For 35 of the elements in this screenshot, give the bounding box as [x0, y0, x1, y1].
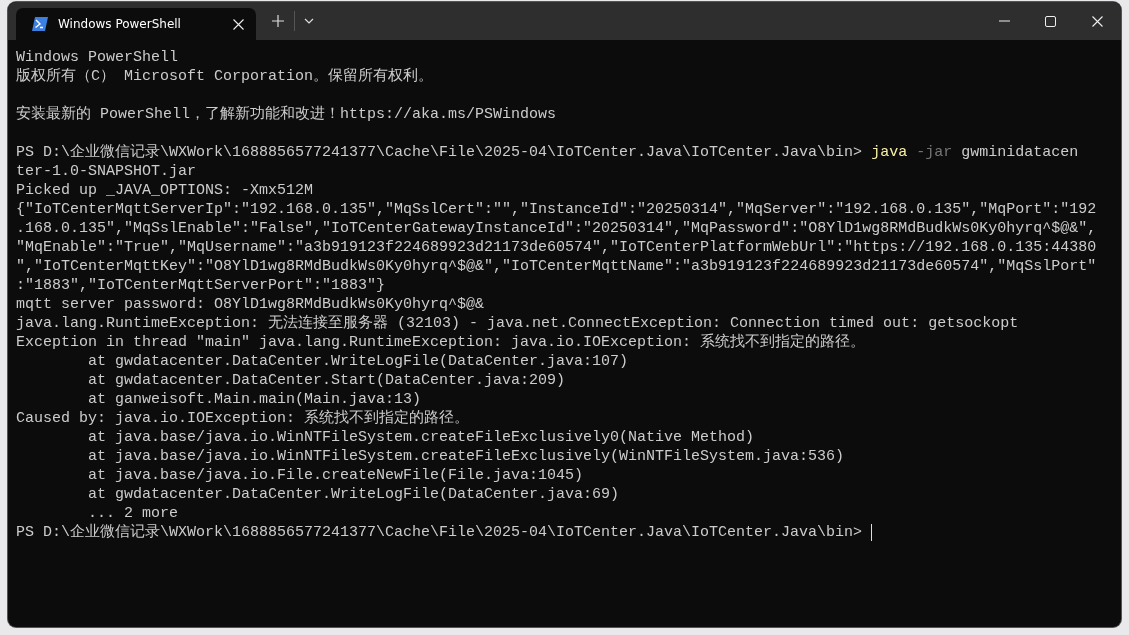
maximize-icon — [1044, 15, 1056, 27]
close-icon — [1091, 15, 1103, 27]
argument-text: gwminidatacen — [961, 144, 1079, 161]
output-line: ","IoTCenterMqttKey":"O8YlD1wg8RMdBudkWs0Ky0hyrq^$@&","IoTCenterMqttName":"a3b919123f224689923d21173de60574","MqSslPort" — [16, 258, 1097, 275]
stack-trace-line: at ganweisoft.Main.main(Main.java:13) — [87, 391, 422, 408]
plus-icon — [272, 15, 284, 27]
stack-trace-line: at java.base/java.io.WinNTFileSystem.createFileExclusively(WinNTFileSystem.java:536) — [87, 448, 845, 465]
flag-text: -jar — [916, 144, 953, 161]
output-line: 安装最新的 PowerShell，了解新功能和改进！https://aka.ms/PSWindows — [16, 106, 557, 123]
stack-trace-line: ... 2 more — [87, 505, 178, 522]
stack-trace-line: at gwdatacenter.DataCenter.WriteLogFile(DataCenter.java:69) — [87, 486, 620, 503]
output-line: java.lang.RuntimeException: 无法连接至服务器 (32103) - java.net.ConnectException: Connection timed out: getsockopt — [16, 315, 1019, 332]
stack-trace-line: at java.base/java.io.WinNTFileSystem.createFileExclusively0(Native Method) — [87, 429, 755, 446]
command-text: java — [871, 144, 908, 161]
output-line: .168.0.135","MqSslEnable":"False","IoTCenterGatewayInstanceId":"20250314","MqPassword":"O8YlD1wg8RMdBudkWs0Ky0hyrq^$@&", — [16, 220, 1097, 237]
prompt-path: PS D:\企业微信记录\WXWork\1688856577241377\Cache\File\2025-04\IoTCenter.Java\IoTCenter.Java\bin> — [16, 524, 863, 541]
output-line: 版权所有（C） Microsoft Corporation。保留所有权利。 — [16, 68, 434, 85]
prompt-path: PS D:\企业微信记录\WXWork\1688856577241377\Cache\File\2025-04\IoTCenter.Java\IoTCenter.Java\bin> — [16, 144, 863, 161]
output-line: Exception in thread "main" java.lang.RuntimeException: java.io.IOException: 系统找不到指定的路径。 — [16, 334, 866, 351]
output-line: mqtt server password: O8YlD1wg8RMdBudkWs0Ky0hyrq^$@& — [16, 296, 485, 313]
output-line: Picked up _JAVA_OPTIONS: -Xmx512M — [16, 182, 314, 199]
output-line: {"IoTCenterMqttServerIp":"192.168.0.135","MqSslCert":"","InstanceId":"20250314","MqServer":"192.168.0.135","MqPort":"192 — [16, 201, 1097, 218]
powershell-icon — [32, 17, 48, 31]
chevron-down-icon — [304, 18, 314, 24]
output-line: ter-1.0-SNAPSHOT.jar — [16, 163, 197, 180]
output-line: "MqEnable":"True","MqUsername":"a3b919123f224689923d21173de60574","IoTCenterPlatformWebUrl":"https://192.168.0.135:44380 — [16, 239, 1097, 256]
terminal-tab[interactable]: Windows PowerShell — [16, 8, 256, 40]
output-line: :"1883","IoTCenterMqttServerPort":"1883"} — [16, 277, 386, 294]
output-line: Windows PowerShell — [16, 49, 179, 66]
stack-trace-line: at gwdatacenter.DataCenter.WriteLogFile(DataCenter.java:107) — [87, 353, 629, 370]
output-line: Caused by: java.io.IOException: 系统找不到指定的路径。 — [16, 410, 470, 427]
stack-trace-line: at gwdatacenter.DataCenter.Start(DataCenter.java:209) — [87, 372, 566, 389]
close-tab-icon[interactable] — [233, 18, 244, 30]
stack-trace-line: at java.base/java.io.File.createNewFile(File.java:1045) — [87, 467, 584, 484]
minimize-icon — [998, 20, 1010, 22]
